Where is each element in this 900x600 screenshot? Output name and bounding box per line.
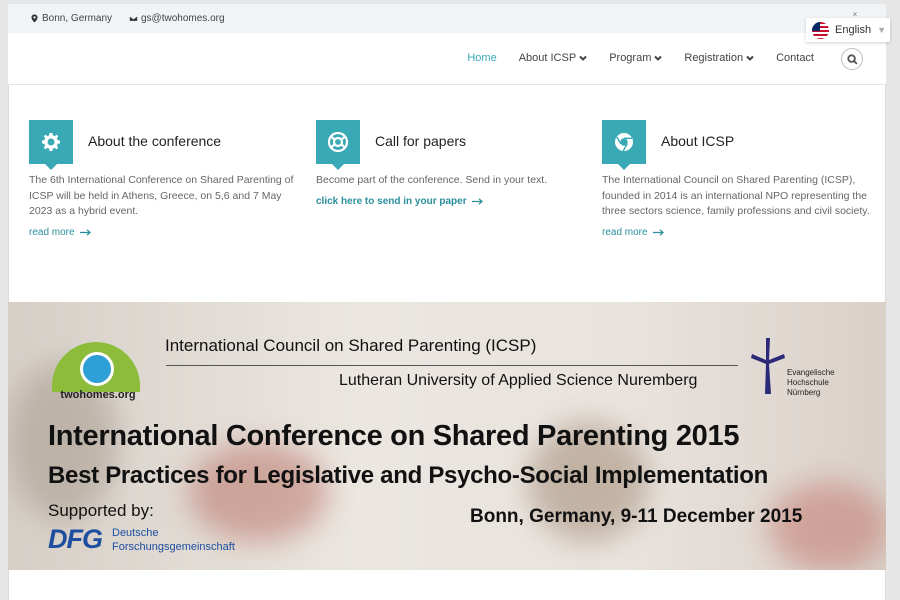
- read-more-label: read more: [29, 226, 75, 238]
- nav-about-icsp-label: About ICSP: [518, 52, 577, 64]
- feature-icon-box: [29, 120, 73, 170]
- feature-about-conference: About the conference The 6th Internation…: [29, 120, 299, 238]
- feature-title: Call for papers: [375, 133, 467, 149]
- email-info[interactable]: gs@twohomes.org: [129, 13, 225, 24]
- main-nav: Home About ICSP Program Registration Con…: [445, 52, 814, 64]
- nav-home[interactable]: Home: [467, 52, 496, 64]
- nav-registration-label: Registration: [684, 52, 744, 64]
- location-text: Bonn, Germany: [42, 13, 113, 24]
- read-more-link[interactable]: read more: [29, 227, 299, 238]
- chevron-down-icon: ▼: [877, 25, 886, 35]
- feature-title: About the conference: [88, 133, 222, 149]
- email-link[interactable]: gs@twohomes.org: [141, 13, 225, 24]
- chevron-down-icon: [654, 55, 663, 61]
- language-close-icon[interactable]: ×: [849, 10, 861, 22]
- nav-about-icsp[interactable]: About ICSP: [519, 52, 587, 64]
- lifebuoy-icon: [328, 132, 348, 152]
- nav-home-label: Home: [467, 52, 497, 64]
- banner-subtitle: Best Practices for Legislative and Psych…: [48, 462, 769, 489]
- eh-line-1: Evangelische: [787, 368, 835, 377]
- language-selector[interactable]: English ▼: [806, 18, 890, 42]
- banner-title: International Conference on Shared Paren…: [48, 420, 740, 452]
- location-info: Bonn, Germany: [30, 13, 112, 24]
- arrow-right-icon: [79, 228, 91, 236]
- twohomes-logo-text: twohomes.org: [60, 389, 136, 401]
- dfg-name-line-1: Deutsche: [112, 526, 159, 539]
- read-more-link[interactable]: read more: [602, 227, 872, 238]
- nav-program-label: Program: [609, 52, 652, 64]
- conference-banner: twohomes.org International Council on Sh…: [8, 302, 886, 570]
- chevron-down-icon: [579, 55, 587, 61]
- feature-icon-box: [316, 120, 360, 170]
- banner-university-line: Lutheran University of Applied Science N…: [339, 372, 698, 389]
- nav-contact[interactable]: Contact: [776, 52, 814, 64]
- language-label: English: [835, 24, 872, 36]
- feature-text: The 6th International Conference on Shar…: [29, 174, 294, 217]
- cross-dove-icon: [751, 338, 785, 394]
- feature-text: The International Council on Shared Pare…: [602, 174, 870, 217]
- twohomes-logo: twohomes.org: [52, 342, 142, 402]
- feature-icon-box: [602, 120, 646, 170]
- eh-line-2: Hochschule: [787, 378, 829, 387]
- banner-org-line: International Council on Shared Parentin…: [165, 336, 537, 355]
- banner-location-date: Bonn, Germany, 9-11 December 2015: [470, 506, 803, 527]
- map-pin-icon: [31, 14, 38, 23]
- envelope-icon: [129, 15, 138, 22]
- search-button[interactable]: [841, 48, 863, 70]
- top-bar: Bonn, Germany gs@twohomes.org: [8, 4, 886, 33]
- nav-registration[interactable]: Registration: [684, 52, 754, 64]
- eh-line-3: Nürnberg: [787, 388, 821, 397]
- search-icon: [846, 53, 858, 65]
- nav-program[interactable]: Program: [609, 52, 663, 64]
- feature-call-for-papers: Call for papers Become part of the confe…: [316, 120, 586, 207]
- send-paper-link[interactable]: click here to send in your paper: [316, 196, 586, 207]
- banner-supported-by: Supported by:: [48, 501, 154, 520]
- feature-title: About ICSP: [661, 133, 735, 149]
- chevron-down-icon: [746, 55, 754, 61]
- chrome-icon: [615, 133, 633, 152]
- nav-contact-label: Contact: [776, 52, 814, 64]
- dfg-mark: DFG: [48, 524, 103, 554]
- feature-text: Become part of the conference. Send in y…: [316, 174, 548, 186]
- feature-about-icsp: About ICSP The International Council on …: [602, 120, 872, 238]
- main-navbar: Home About ICSP Program Registration Con…: [8, 33, 886, 85]
- banner-divider: [166, 365, 738, 366]
- send-paper-label: click here to send in your paper: [316, 195, 467, 207]
- dfg-logo: DFG Deutsche Forschungsgemeinschaft: [48, 524, 235, 555]
- logo-circle: [80, 352, 114, 386]
- dfg-name-line-2: Forschungsgemeinschaft: [112, 540, 235, 553]
- arrow-right-icon: [652, 228, 664, 236]
- dfg-name: Deutsche Forschungsgemeinschaft: [112, 526, 235, 554]
- evangelische-hochschule-text: Evangelische Hochschule Nürnberg: [787, 368, 835, 398]
- read-more-label: read more: [602, 226, 648, 238]
- us-flag-icon: [812, 21, 829, 39]
- arrow-right-icon: [471, 197, 483, 205]
- gear-icon: [42, 133, 60, 151]
